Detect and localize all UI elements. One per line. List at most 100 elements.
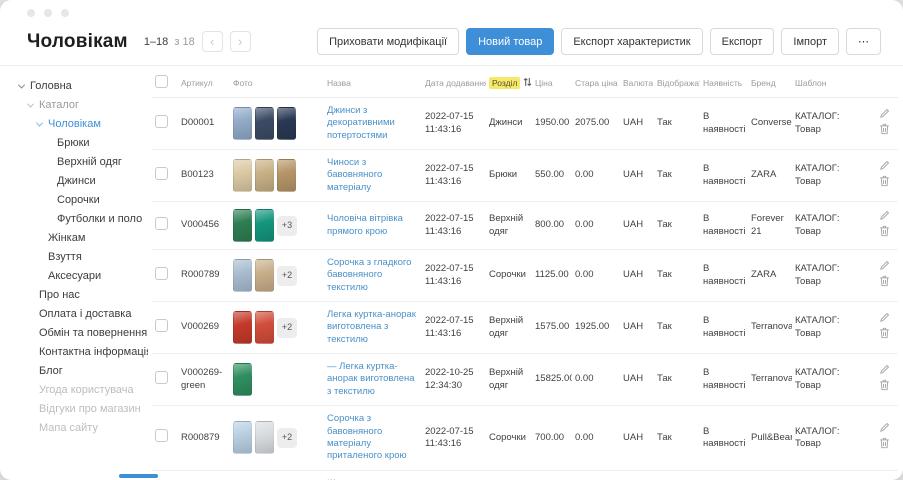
product-name-link[interactable]: Чоловіча вітрівка прямого крою — [327, 213, 419, 238]
column-header-name[interactable]: Назва — [324, 66, 422, 98]
sidebar-item-взуття[interactable]: Взуття — [19, 248, 148, 267]
column-header-brand[interactable]: Бренд — [748, 66, 792, 98]
delete-icon[interactable] — [879, 123, 890, 139]
brand-cell: Terranova — [748, 354, 792, 406]
window-control-dot[interactable] — [27, 9, 35, 17]
product-name-link[interactable]: Сорочка з бавовняного матеріалу притален… — [327, 413, 419, 462]
column-header-sku[interactable]: Артикул — [178, 66, 230, 98]
window-control-dot[interactable] — [44, 9, 52, 17]
photos-cell — [230, 354, 324, 406]
sidebar-item-жінкам[interactable]: Жінкам — [19, 229, 148, 248]
row-checkbox[interactable] — [155, 167, 168, 180]
sidebar-item-мапа-сайту[interactable]: Мапа сайту — [19, 419, 148, 438]
sidebar-item-відгуки-про-магазин[interactable]: Відгуки про магазин — [19, 400, 148, 419]
row-checkbox[interactable] — [155, 371, 168, 384]
sidebar-item-чоловікам[interactable]: Чоловікам — [19, 115, 148, 134]
row-checkbox[interactable] — [155, 115, 168, 128]
edit-pencil-glyph — [879, 108, 890, 119]
product-name-link[interactable]: Чиноси з бавовняного матеріалу — [327, 157, 419, 194]
trash-glyph — [879, 437, 890, 449]
sidebar-item-блог[interactable]: Блог — [19, 362, 148, 381]
window-control-dot[interactable] — [61, 9, 69, 17]
sku-cell: V000456 — [178, 202, 230, 250]
column-label: Наявність — [703, 78, 742, 88]
column-header-display[interactable]: Відображати — [654, 66, 700, 98]
currency-cell: UAH — [620, 98, 654, 150]
price-cell: 1575.00 — [532, 302, 572, 354]
currency-cell: UAH — [620, 302, 654, 354]
sidebar-item-про-нас[interactable]: Про нас — [19, 286, 148, 305]
sort-icon[interactable] — [523, 77, 532, 87]
column-header-date[interactable]: Дата додавання — [422, 66, 486, 98]
sidebar-item-контактна-інформація[interactable]: Контактна інформація — [19, 343, 148, 362]
edit-pencil-glyph — [879, 364, 890, 375]
edit-icon[interactable] — [879, 160, 890, 175]
more-photos-badge[interactable]: +2 — [277, 428, 297, 448]
sidebar-item-джинси[interactable]: Джинси — [19, 172, 148, 191]
sidebar-item-верхній-одяг[interactable]: Верхній одяг — [19, 153, 148, 172]
more-photos-badge[interactable]: +3 — [277, 216, 297, 236]
sidebar-item-каталог[interactable]: Каталог — [19, 96, 148, 115]
delete-icon[interactable] — [879, 225, 890, 241]
product-name-link[interactable]: — Легка куртка-анорак виготовлена з текс… — [327, 361, 419, 398]
sidebar-item-сорочки[interactable]: Сорочки — [19, 191, 148, 210]
edit-icon[interactable] — [879, 260, 890, 275]
photos-cell: +2 — [230, 470, 324, 480]
delete-icon[interactable] — [879, 275, 890, 291]
import-button[interactable]: Імпорт — [781, 28, 839, 55]
column-header-section[interactable]: Розділ — [486, 66, 532, 98]
column-header-template[interactable]: Шаблон — [792, 66, 856, 98]
column-label: Стара ціна — [575, 78, 618, 88]
template-cell: КАТАЛОГ: Товар — [792, 302, 856, 354]
column-header-photo[interactable]: Фото — [230, 66, 324, 98]
row-checkbox[interactable] — [155, 217, 168, 230]
column-header-stock[interactable]: Наявність — [700, 66, 748, 98]
row-checkbox[interactable] — [155, 267, 168, 280]
export-characteristics-button[interactable]: Експорт характеристик — [561, 28, 702, 55]
sidebar-item-обмін-та-повернення[interactable]: Обмін та повернення — [19, 324, 148, 343]
name-cell: Джинси з декоративними потертостями — [324, 98, 422, 150]
product-name-link[interactable]: Джинси з декоративними потертостями — [327, 105, 419, 142]
column-header-price[interactable]: Ціна — [532, 66, 572, 98]
select-all-checkbox[interactable] — [155, 75, 168, 88]
product-name-link[interactable]: Легка куртка-анорак виготовлена з тексти… — [327, 309, 419, 346]
edit-icon[interactable] — [879, 422, 890, 437]
hide-modifications-button[interactable]: Приховати модифікації — [317, 28, 459, 55]
prev-page-button[interactable]: ‹ — [202, 31, 223, 52]
sidebar-item-футболки-и-поло[interactable]: Футболки и поло — [19, 210, 148, 229]
column-header-old_price[interactable]: Стара ціна — [572, 66, 620, 98]
row-checkbox[interactable] — [155, 429, 168, 442]
checkbox-cell — [152, 202, 178, 250]
name-cell: — Легка куртка-анорак виготовлена з текс… — [324, 354, 422, 406]
horizontal-scrollbar-thumb[interactable] — [119, 474, 158, 478]
more-photos-badge[interactable]: +2 — [277, 266, 297, 286]
sidebar-item-label: Взуття — [48, 248, 82, 267]
delete-icon[interactable] — [879, 437, 890, 453]
header-actions: Приховати модифікації Новий товар Експорт … — [317, 28, 881, 55]
more-actions-button[interactable]: ⋯ — [846, 28, 881, 55]
sidebar-item-угода-користувача[interactable]: Угода користувача — [19, 381, 148, 400]
new-product-button[interactable]: Новий товар — [466, 28, 554, 55]
column-header-currency[interactable]: Валюта — [620, 66, 654, 98]
template-cell: КАТАЛОГ: Товар — [792, 406, 856, 470]
export-button[interactable]: Експорт — [710, 28, 775, 55]
row-checkbox[interactable] — [155, 319, 168, 332]
edit-icon[interactable] — [879, 364, 890, 379]
delete-icon[interactable] — [879, 379, 890, 395]
delete-icon[interactable] — [879, 175, 890, 191]
delete-icon[interactable] — [879, 327, 890, 343]
product-photo — [255, 159, 274, 192]
edit-icon[interactable] — [879, 210, 890, 225]
stock-cell: В наявності — [700, 250, 748, 302]
sidebar-item-аксесуари[interactable]: Аксесуари — [19, 267, 148, 286]
next-page-button[interactable]: › — [230, 31, 251, 52]
edit-icon[interactable] — [879, 108, 890, 123]
edit-icon[interactable] — [879, 312, 890, 327]
sidebar-item-брюки[interactable]: Брюки — [19, 134, 148, 153]
price-cell: 700.00 — [532, 406, 572, 470]
more-photos-badge[interactable]: +2 — [277, 318, 297, 338]
sidebar-item-головна[interactable]: Головна — [19, 77, 148, 96]
photos-cell: +3 — [230, 202, 324, 250]
sidebar-item-оплата-і-доставка[interactable]: Оплата і доставка — [19, 305, 148, 324]
product-name-link[interactable]: Сорочка з гладкого бавовняного текстилю — [327, 257, 419, 294]
